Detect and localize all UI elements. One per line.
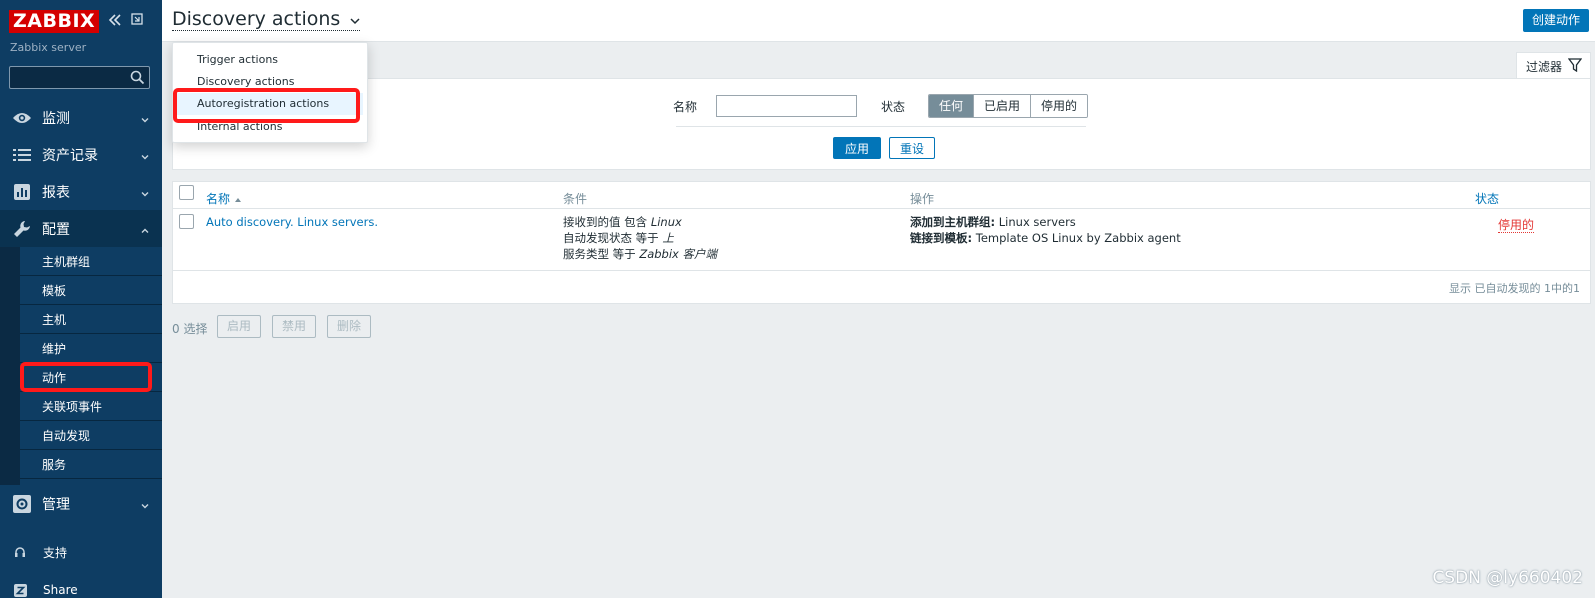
column-header-operations: 操作 xyxy=(910,192,935,206)
menu-label: 报表 xyxy=(42,184,70,201)
submenu-indent xyxy=(0,247,20,485)
filter-divider xyxy=(676,126,1086,127)
submenu-item-event-correlation[interactable]: 关联项事件 xyxy=(20,392,162,421)
share-link[interactable]: Share xyxy=(0,578,162,598)
menu-administration[interactable]: 管理 xyxy=(0,485,162,522)
zabbix-logo[interactable]: ZABBIX xyxy=(9,10,100,33)
chevron-up-icon xyxy=(140,224,150,234)
reset-button[interactable]: 重设 xyxy=(889,137,936,159)
share-label: Share xyxy=(43,583,78,597)
gear-icon xyxy=(12,494,32,513)
actions-table: 名称 条件 操作 状态 Auto discovery. Linux server… xyxy=(172,181,1591,304)
column-header-name[interactable]: 名称 xyxy=(206,190,242,207)
collapse-sidebar-icon[interactable] xyxy=(108,13,122,31)
headset-icon xyxy=(13,545,27,559)
status-toggle-link[interactable]: 停用的 xyxy=(1498,218,1535,233)
sort-asc-icon xyxy=(234,198,241,202)
server-name: Zabbix server xyxy=(10,41,87,54)
chevron-down-icon xyxy=(140,113,150,123)
conditions-cell: 接收到的值 包含 Linux 自动发现状态 等于 上 服务类型 等于 Zabbi… xyxy=(563,214,717,262)
action-name-link[interactable]: Auto discovery. Linux servers. xyxy=(206,214,378,230)
chevron-down-icon xyxy=(140,150,150,160)
column-header-conditions: 条件 xyxy=(563,192,588,206)
filter-icon xyxy=(1567,58,1583,73)
create-action-button[interactable]: 创建动作 xyxy=(1522,9,1589,32)
chevron-down-icon xyxy=(140,187,150,197)
submenu-item-host-groups[interactable]: 主机群组 xyxy=(20,247,162,276)
submenu-item-templates[interactable]: 模板 xyxy=(20,276,162,305)
status-option-any[interactable]: 任何 xyxy=(929,95,974,117)
chevron-down-icon xyxy=(350,8,360,25)
eye-icon xyxy=(12,109,32,127)
kiosk-mode-icon[interactable] xyxy=(131,13,143,29)
mass-delete-button[interactable]: 删除 xyxy=(327,315,372,338)
filter-status-segmented: 任何 已启用 停用的 xyxy=(928,94,1089,118)
submenu-item-services[interactable]: 服务 xyxy=(20,450,162,479)
support-link[interactable]: 支持 xyxy=(0,540,162,564)
condition-line: 服务类型 等于 Zabbix 客户端 xyxy=(563,247,717,261)
menu-label: 管理 xyxy=(42,496,70,513)
filter-name-label: 名称 xyxy=(673,100,698,114)
share-z-icon xyxy=(13,583,27,597)
watermark: CSDN @ly660402 xyxy=(1432,568,1583,588)
menu-label: 监测 xyxy=(42,110,70,127)
filter-name-input[interactable] xyxy=(716,95,857,117)
operation-line: 添加到主机群组: Linux servers xyxy=(910,215,1076,229)
page-title-dropdown[interactable]: Discovery actions xyxy=(172,8,361,31)
menu-monitoring[interactable]: 监测 xyxy=(0,99,162,136)
menu-inventory[interactable]: 资产记录 xyxy=(0,136,162,173)
condition-line: 接收到的值 包含 Linux xyxy=(563,215,682,229)
menu-label: 资产记录 xyxy=(42,147,98,164)
chevron-down-icon xyxy=(140,499,150,509)
annotation-highlight-autoregistration xyxy=(173,88,360,123)
search-icon[interactable] xyxy=(130,70,145,85)
list-icon xyxy=(12,146,32,164)
wrench-icon xyxy=(12,220,32,238)
status-option-enabled[interactable]: 已启用 xyxy=(973,95,1031,117)
status-option-disabled[interactable]: 停用的 xyxy=(1030,95,1088,117)
page-header: Discovery actions 创建动作 xyxy=(162,0,1595,42)
filter-tab-label: 过滤器 xyxy=(1526,59,1563,74)
header-divider xyxy=(173,208,1590,209)
condition-line: 自动发现状态 等于 上 xyxy=(563,231,674,245)
selected-count: 0 选择 xyxy=(172,322,208,336)
operation-line: 链接到模板: Template OS Linux by Zabbix agent xyxy=(910,231,1181,245)
submenu-item-discovery[interactable]: 自动发现 xyxy=(20,421,162,450)
menu-item-discovery-actions[interactable]: Discovery actions xyxy=(197,75,294,88)
menu-label: 配置 xyxy=(42,221,70,238)
report-icon xyxy=(12,183,32,201)
menu-reports[interactable]: 报表 xyxy=(0,173,162,210)
apply-button[interactable]: 应用 xyxy=(833,137,882,159)
mass-enable-button[interactable]: 启用 xyxy=(217,315,262,338)
menu-configuration[interactable]: 配置 xyxy=(0,210,162,247)
select-all-checkbox[interactable] xyxy=(179,185,194,200)
page-title: Discovery actions xyxy=(172,8,341,30)
annotation-highlight-actions xyxy=(20,362,152,392)
operations-cell: 添加到主机群组: Linux servers 链接到模板: Template O… xyxy=(910,214,1181,246)
sidebar-search-input[interactable] xyxy=(9,66,150,89)
filter-tab[interactable]: 过滤器 xyxy=(1516,52,1591,79)
filter-panel: 名称 状态 任何 已启用 停用的 应用 重设 xyxy=(172,78,1591,170)
menu-item-trigger-actions[interactable]: Trigger actions xyxy=(197,53,278,66)
table-footer-count: 显示 已自动发现的 1中的1 xyxy=(1449,282,1580,295)
support-label: 支持 xyxy=(43,545,68,560)
row-divider xyxy=(173,270,1590,271)
submenu-item-hosts[interactable]: 主机 xyxy=(20,305,162,334)
row-checkbox[interactable] xyxy=(179,214,194,229)
submenu-item-maintenance[interactable]: 维护 xyxy=(20,334,162,363)
filter-status-label: 状态 xyxy=(881,100,906,114)
column-name-label: 名称 xyxy=(206,192,231,206)
sidebar: ZABBIX Zabbix server 监测 资产记录 报表 配置 主机群组 … xyxy=(0,0,162,598)
mass-disable-button[interactable]: 禁用 xyxy=(272,315,317,338)
column-header-status[interactable]: 状态 xyxy=(1475,190,1499,207)
